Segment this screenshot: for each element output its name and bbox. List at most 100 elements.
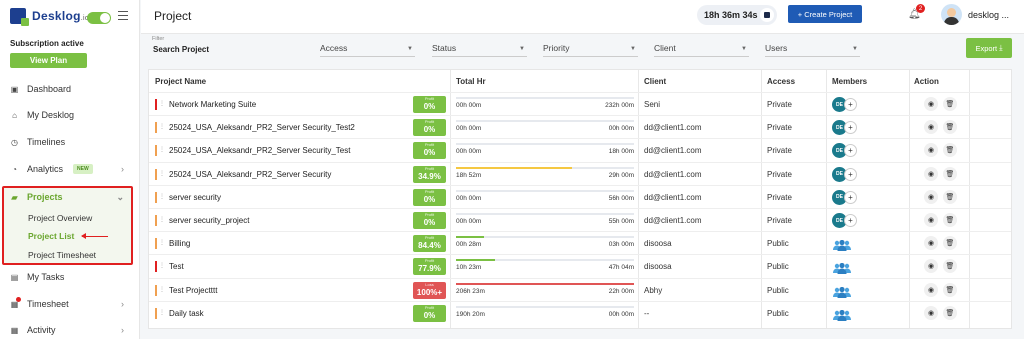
delete-trash-icon[interactable]: 🗑︎ bbox=[943, 213, 957, 227]
add-member-button[interactable]: + bbox=[844, 167, 857, 181]
table-row[interactable]: ⋮ server security_project Profit 0% 00h 00m 5… bbox=[149, 208, 1011, 231]
view-eye-icon[interactable]: ◉ bbox=[924, 166, 938, 181]
table-row[interactable]: ⋮ 25024_USA_Aleksandr_PR2_Server Security… bbox=[149, 115, 1011, 138]
view-plan-button[interactable]: View Plan bbox=[10, 53, 87, 68]
hours-spent: 00h 00m bbox=[456, 218, 482, 225]
project-name-link[interactable]: Test Projectttt bbox=[169, 286, 217, 295]
table-row[interactable]: ⋮ Test Profit 77.9% 10h 23m 47h 04m disoosa Pub… bbox=[149, 254, 1011, 277]
sidebar-item-my-tasks[interactable]: ▤ My Tasks bbox=[10, 269, 130, 285]
profit-badge-label: Profit bbox=[424, 188, 435, 194]
menu-collapse-icon[interactable] bbox=[118, 11, 128, 23]
add-member-button[interactable]: + bbox=[844, 98, 857, 111]
theme-toggle[interactable] bbox=[87, 12, 111, 24]
drag-handle-icon[interactable]: ⋮ bbox=[159, 100, 165, 107]
project-name-link[interactable]: server security_project bbox=[169, 216, 249, 225]
project-name-link[interactable]: Billing bbox=[169, 239, 190, 248]
view-eye-icon[interactable]: ◉ bbox=[924, 213, 938, 227]
column-header-total-hr[interactable]: Total Hr bbox=[456, 77, 486, 86]
column-header-project-name[interactable]: Project Name bbox=[155, 77, 206, 86]
view-eye-icon[interactable]: ◉ bbox=[924, 120, 938, 135]
client-name: dd@client1.com bbox=[644, 123, 702, 133]
create-project-button[interactable]: + Create Project bbox=[788, 5, 862, 23]
sidebar-item-dashboard[interactable]: ▣ Dashboard bbox=[10, 81, 130, 97]
drag-handle-icon[interactable]: ⋮ bbox=[159, 286, 165, 293]
view-eye-icon[interactable]: ◉ bbox=[924, 305, 938, 320]
project-name-link[interactable]: 25024_USA_Aleksandr_PR2_Server Security bbox=[169, 170, 331, 179]
sidebar-item-activity[interactable]: ▦ Activity › bbox=[10, 322, 130, 338]
access-filter[interactable]: Access ▼ bbox=[320, 43, 415, 57]
timesheet-icon: ▦ bbox=[10, 299, 19, 309]
project-name-link[interactable]: server security bbox=[169, 193, 221, 202]
hours-estimated: 00h 00m bbox=[608, 125, 634, 133]
column-header-access[interactable]: Access bbox=[767, 77, 795, 86]
project-name-link[interactable]: 25024_USA_Aleksandr_PR2_Server Security_… bbox=[169, 123, 355, 132]
project-name-link[interactable]: Daily task bbox=[169, 309, 204, 318]
table-row[interactable]: ⋮ 25024_USA_Aleksandr_PR2_Server Security… bbox=[149, 138, 1011, 161]
project-name-link[interactable]: 25024_USA_Aleksandr_PR2_Server Security_… bbox=[169, 146, 350, 155]
sidebar-item-my-desklog[interactable]: ⌂ My Desklog bbox=[10, 107, 130, 123]
view-eye-icon[interactable]: ◉ bbox=[924, 236, 938, 251]
stop-timer-button[interactable] bbox=[760, 8, 774, 22]
drag-handle-icon[interactable]: ⋮ bbox=[159, 239, 165, 246]
delete-trash-icon[interactable]: 🗑︎ bbox=[943, 143, 957, 158]
table-row[interactable]: ⋮ server security Profit 0% 00h 00m 56h 00m dd… bbox=[149, 184, 1011, 208]
table-row[interactable]: ⋮ 25024_USA_Aleksandr_PR2_Server Security… bbox=[149, 161, 1011, 185]
add-member-button[interactable]: + bbox=[844, 121, 857, 135]
drag-handle-icon[interactable]: ⋮ bbox=[159, 309, 165, 316]
profit-badge: Profit 0% bbox=[413, 212, 446, 229]
drag-handle-icon[interactable]: ⋮ bbox=[159, 146, 165, 153]
add-member-button[interactable]: + bbox=[844, 190, 857, 204]
sidebar-subitem-project-list[interactable]: Project List bbox=[28, 231, 74, 241]
delete-trash-icon[interactable]: 🗑︎ bbox=[943, 282, 957, 297]
priority-filter[interactable]: Priority ▼ bbox=[543, 43, 638, 57]
table-row[interactable]: ⋮ Billing Profit 84.4% 00h 28m 03h 00m disoosa… bbox=[149, 231, 1011, 254]
view-eye-icon[interactable]: ◉ bbox=[924, 143, 938, 158]
drag-handle-icon[interactable]: ⋮ bbox=[159, 216, 165, 223]
table-row[interactable]: ⋮ Network Marketing Suite Profit 0% 00h 00m 2… bbox=[149, 92, 1011, 115]
project-name-link[interactable]: Test bbox=[169, 262, 184, 271]
sidebar-item-projects[interactable]: ▰ Projects ⌄ bbox=[10, 189, 130, 205]
delete-trash-icon[interactable]: 🗑︎ bbox=[943, 305, 957, 320]
client-name: disoosa bbox=[644, 262, 672, 272]
group-icon[interactable] bbox=[833, 285, 851, 298]
column-header-client[interactable]: Client bbox=[644, 77, 666, 86]
add-member-button[interactable]: + bbox=[844, 144, 857, 158]
client-filter[interactable]: Client ▼ bbox=[654, 43, 749, 57]
delete-trash-icon[interactable]: 🗑︎ bbox=[943, 189, 957, 204]
sidebar-item-analytics[interactable]: ◔ Analytics NEW › bbox=[10, 161, 130, 177]
group-icon[interactable] bbox=[833, 238, 851, 252]
delete-trash-icon[interactable]: 🗑︎ bbox=[943, 120, 957, 135]
group-icon[interactable] bbox=[833, 261, 851, 275]
add-member-button[interactable]: + bbox=[844, 214, 857, 227]
view-eye-icon[interactable]: ◉ bbox=[924, 259, 938, 274]
view-eye-icon[interactable]: ◉ bbox=[924, 189, 938, 204]
status-filter[interactable]: Status ▼ bbox=[432, 43, 527, 57]
drag-handle-icon[interactable]: ⋮ bbox=[159, 193, 165, 200]
project-name-link[interactable]: Network Marketing Suite bbox=[169, 100, 256, 109]
sidebar-subitem-project-timesheet[interactable]: Project Timesheet bbox=[28, 250, 96, 260]
delete-trash-icon[interactable]: 🗑︎ bbox=[943, 236, 957, 251]
sidebar-subitem-project-overview[interactable]: Project Overview bbox=[28, 213, 92, 223]
export-button[interactable]: Export ⤓ bbox=[966, 38, 1012, 58]
view-eye-icon[interactable]: ◉ bbox=[924, 97, 938, 111]
delete-trash-icon[interactable]: 🗑︎ bbox=[943, 259, 957, 274]
user-avatar[interactable] bbox=[941, 4, 962, 25]
logo[interactable]: Desklog.io bbox=[10, 8, 89, 26]
drag-handle-icon[interactable]: ⋮ bbox=[159, 170, 165, 177]
user-menu[interactable]: desklog ... bbox=[968, 10, 1009, 20]
users-filter[interactable]: Users ▼ bbox=[765, 43, 860, 57]
sidebar-item-timelines[interactable]: ◷ Timelines bbox=[10, 134, 130, 150]
sidebar-item-label: Timelines bbox=[27, 137, 66, 147]
delete-trash-icon[interactable]: 🗑︎ bbox=[943, 97, 957, 111]
view-eye-icon[interactable]: ◉ bbox=[924, 282, 938, 297]
table-row[interactable]: ⋮ Daily task Profit 0% 190h 20m 00h 00m -- Publ… bbox=[149, 300, 1011, 324]
table-row[interactable]: ⋮ Test Projectttt Loss 100%+ 206h 23m 22h 00m… bbox=[149, 277, 1011, 301]
hours-estimated: 18h 00m bbox=[608, 148, 634, 156]
drag-handle-icon[interactable]: ⋮ bbox=[159, 262, 165, 269]
hours-estimated: 22h 00m bbox=[608, 287, 634, 295]
search-project-input[interactable]: Search Project bbox=[153, 45, 209, 54]
group-icon[interactable] bbox=[833, 308, 851, 321]
drag-handle-icon[interactable]: ⋮ bbox=[159, 123, 165, 130]
delete-trash-icon[interactable]: 🗑︎ bbox=[943, 166, 957, 181]
sidebar-item-timesheet[interactable]: ▦ Timesheet › bbox=[10, 296, 130, 312]
